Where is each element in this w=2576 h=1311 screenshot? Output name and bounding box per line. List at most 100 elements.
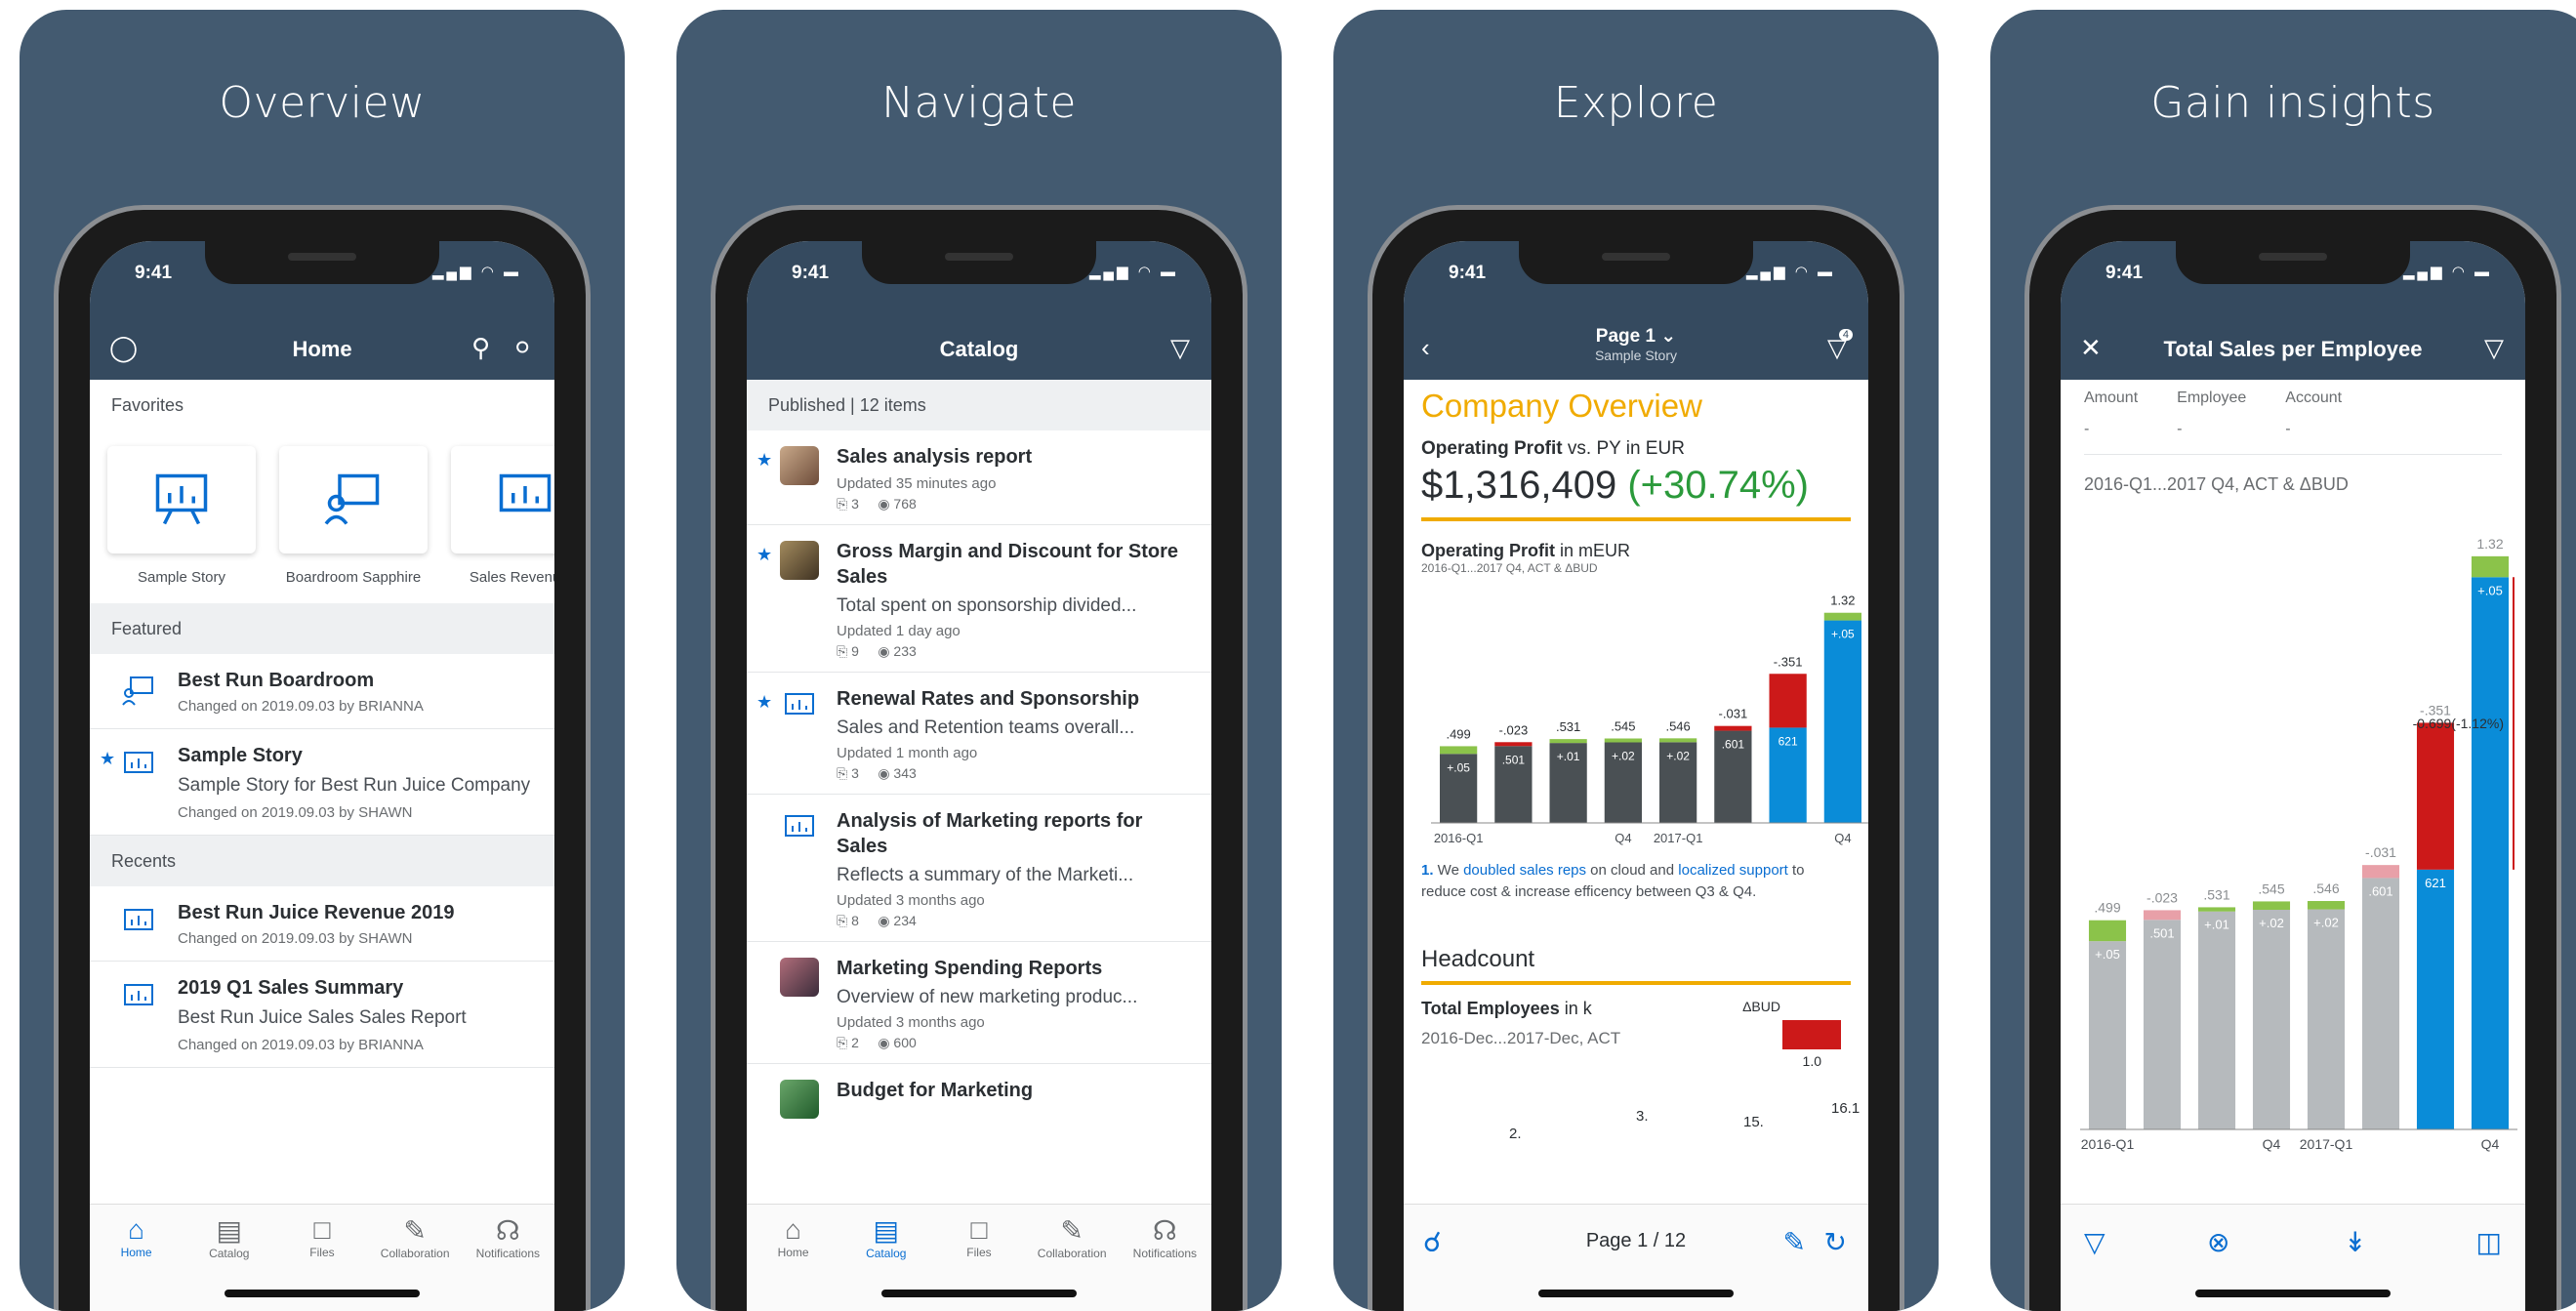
folder-icon: □ bbox=[970, 1214, 988, 1245]
tab-label: Files bbox=[966, 1246, 992, 1259]
list-item[interactable]: ★ Renewal Rates and Sponsorship Sales an… bbox=[747, 673, 1211, 795]
inner-label: +.05 bbox=[2477, 583, 2503, 597]
home-indicator bbox=[1538, 1290, 1734, 1297]
phone-screen: 9:41 ▂▄▆ ◠ ▬ ✕ Total Sales per Employee … bbox=[2061, 241, 2525, 1311]
drill-down-icon[interactable]: ↡ bbox=[2344, 1226, 2366, 1258]
list-item[interactable]: Best Run Juice Revenue 2019 Changed on 2… bbox=[90, 886, 554, 962]
item-title: 2019 Q1 Sales Summary bbox=[178, 977, 404, 999]
filter-employee[interactable]: Employee - bbox=[2177, 389, 2246, 438]
delta-bud-bar bbox=[1782, 1020, 1841, 1049]
refresh-icon[interactable]: ↻ bbox=[1824, 1226, 1847, 1258]
kpi-label: Operating Profit vs. PY in EUR bbox=[1421, 438, 1851, 460]
tab-label: Files bbox=[309, 1246, 335, 1259]
tab-label: Collaboration bbox=[380, 1247, 450, 1260]
filter-icon[interactable]: ▽ bbox=[1170, 333, 1190, 363]
list-item[interactable]: ★ Sample Story Sample Story for Best Run… bbox=[90, 729, 554, 836]
boardroom-icon bbox=[279, 446, 428, 553]
inner-label: +.02 bbox=[1666, 749, 1690, 762]
clear-icon[interactable]: ⊗ bbox=[2207, 1226, 2229, 1258]
list-item[interactable]: Best Run Boardroom Changed on 2019.09.03… bbox=[90, 654, 554, 729]
page-selector[interactable]: Page 1 ⌄ Sample Story bbox=[1404, 325, 1868, 363]
inner-label: +.05 bbox=[2095, 947, 2120, 962]
nav-bar: ✕ Total Sales per Employee ▽ bbox=[2061, 321, 2525, 380]
bar-delta bbox=[2361, 865, 2400, 879]
catalog-icon: ▤ bbox=[873, 1215, 900, 1246]
filter-account[interactable]: Account - bbox=[2285, 389, 2342, 438]
inner-label: 621 bbox=[2425, 876, 2446, 890]
tab-label: Notifications bbox=[1132, 1247, 1198, 1260]
item-title: Gross Margin and Discount for Store Sale… bbox=[837, 541, 1179, 588]
tab-label: Home bbox=[777, 1246, 809, 1259]
bar-delta bbox=[1494, 742, 1533, 747]
status-icons: ▂▄▆ ◠ ▬ bbox=[1745, 264, 1835, 280]
lightbulb-icon[interactable]: ⚪ bbox=[511, 333, 533, 363]
filter-icon[interactable]: ▽ bbox=[2084, 1226, 2106, 1258]
bar-delta bbox=[2471, 555, 2510, 578]
operating-profit-chart[interactable]: .499 +.05 -.023 .501 .531 +.01 .545 +.02 .546 +.0… bbox=[1421, 579, 1868, 852]
status-icons: ▂▄▆ ◠ ▬ bbox=[1088, 264, 1178, 280]
favorite-star-icon: ★ bbox=[100, 749, 116, 768]
panel-title: Navigate bbox=[881, 78, 1077, 128]
note-link[interactable]: doubled sales reps bbox=[1463, 862, 1586, 879]
filter-bar: Amount - Employee - Account - bbox=[2061, 380, 2525, 438]
x-tick-label: 2016-Q1 bbox=[1434, 831, 1484, 845]
note-link[interactable]: localized support bbox=[1678, 862, 1788, 879]
pen-icon[interactable]: ✎ bbox=[1783, 1226, 1806, 1258]
favorite-item[interactable]: Sample Story bbox=[107, 446, 256, 586]
featured-header: Featured bbox=[90, 603, 554, 654]
bar-act bbox=[2197, 911, 2236, 1129]
tab-home[interactable]: ⌂ Home bbox=[93, 1214, 181, 1311]
favorite-item[interactable]: Sales Revenue 2 bbox=[451, 446, 554, 586]
bar-act bbox=[2088, 941, 2127, 1129]
inner-label: +.02 bbox=[1612, 750, 1635, 763]
page-selector-title: Page 1 ⌄ bbox=[1595, 326, 1677, 347]
list-item[interactable]: ★ Gross Margin and Discount for Store Sa… bbox=[747, 525, 1211, 673]
headcount-value: 3. bbox=[1636, 1108, 1649, 1125]
bar-act bbox=[2307, 909, 2346, 1129]
search-icon[interactable]: ⚲ bbox=[471, 333, 490, 363]
data-label: .545 bbox=[1611, 719, 1635, 734]
status-time: 9:41 bbox=[2106, 263, 2144, 283]
panel-gain-insights: Gain insights 9:41 ▂▄▆ ◠ ▬ ✕ Total Sales… bbox=[1990, 10, 2576, 1311]
data-label: -.023 bbox=[1499, 722, 1529, 737]
story-icon bbox=[107, 446, 256, 553]
list-item[interactable]: Budget for Marketing bbox=[747, 1064, 1211, 1119]
folder-icon: □ bbox=[313, 1214, 331, 1245]
chart-title: Operating Profit in mEUR bbox=[1421, 541, 1851, 561]
list-item[interactable]: Marketing Spending Reports Overview of n… bbox=[747, 942, 1211, 1064]
sales-per-employee-chart[interactable]: .499 +.05 -.023 .501 .531 +.01 .545 +.02 .546 +.0… bbox=[2061, 505, 2525, 1168]
filter-label: Employee bbox=[2177, 389, 2247, 406]
list-item[interactable]: ★ Sales analysis report Updated 35 minut… bbox=[747, 430, 1211, 525]
phone-screen: 9:41 ▂▄▆ ◠ ▬ ‹ Page 1 ⌄ Sample Story ▽ 4… bbox=[1404, 241, 1868, 1311]
favorite-item[interactable]: Boardroom Sapphire bbox=[279, 446, 428, 586]
tab-notifications[interactable]: ☊ Notifications bbox=[464, 1214, 552, 1311]
speaker bbox=[2259, 253, 2327, 261]
data-label: -.023 bbox=[2147, 889, 2178, 905]
item-updated: Updated 1 day ago bbox=[837, 623, 961, 639]
tab-home[interactable]: ⌂ Home bbox=[750, 1214, 838, 1311]
item-title: Renewal Rates and Sponsorship bbox=[837, 688, 1140, 710]
section-title: Headcount bbox=[1421, 946, 1535, 972]
bar-delta bbox=[2143, 910, 2182, 921]
notch bbox=[2176, 241, 2410, 284]
panel-title: Gain insights bbox=[2150, 78, 2435, 128]
filter-icon[interactable]: ▽ bbox=[2484, 333, 2504, 363]
list-item[interactable]: Analysis of Marketing reports for Sales … bbox=[747, 795, 1211, 942]
catalog-icon: ▤ bbox=[216, 1215, 243, 1246]
data-label: 1.32 bbox=[2476, 536, 2503, 552]
tab-notifications[interactable]: ☊ Notifications bbox=[1121, 1214, 1208, 1311]
item-meta: Changed on 2019.09.03 by BRIANNA bbox=[178, 698, 424, 715]
item-title: Marketing Spending Reports bbox=[837, 958, 1103, 979]
favorites-row: Sample Story Boardroom Sapphire Sales Re… bbox=[90, 430, 554, 603]
tab-label: Home bbox=[120, 1246, 152, 1259]
story-icon bbox=[785, 693, 814, 715]
item-stats: ⎘ 3 ◉ 768 bbox=[837, 496, 917, 512]
data-label: -.351 bbox=[1774, 654, 1803, 669]
kpi-value[interactable]: $1,316,409 (+30.74%) bbox=[1421, 464, 1851, 508]
bar-delta bbox=[2416, 722, 2455, 870]
bar-act bbox=[2361, 878, 2400, 1129]
list-item[interactable]: 2019 Q1 Sales Summary Best Run Juice Sal… bbox=[90, 962, 554, 1068]
section-title: Company Overview bbox=[1421, 388, 1702, 424]
filter-amount[interactable]: Amount - bbox=[2084, 389, 2138, 438]
compare-icon[interactable]: ◫ bbox=[2476, 1226, 2502, 1258]
